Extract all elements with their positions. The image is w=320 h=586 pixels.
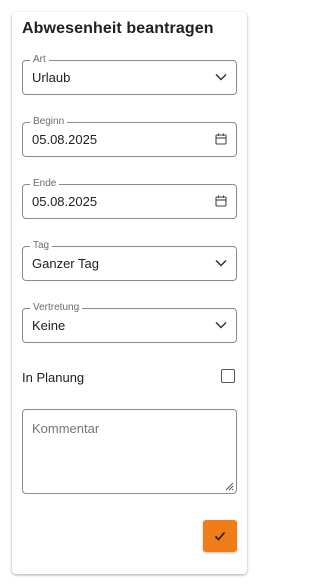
submit-button[interactable] <box>203 520 237 552</box>
form-title: Abwesenheit beantragen <box>22 20 214 37</box>
art-value: Urlaub <box>32 70 71 85</box>
art-select[interactable]: Art Urlaub <box>22 54 237 95</box>
beginn-value: 05.08.2025 <box>32 132 98 147</box>
ende-value: 05.08.2025 <box>32 194 98 209</box>
ende-date-field[interactable]: Ende 05.08.2025 <box>22 178 237 219</box>
chevron-down-icon <box>215 259 227 267</box>
in-planung-label: In Planung <box>22 370 85 385</box>
kommentar-placeholder: Kommentar <box>32 421 100 436</box>
tag-label: Tag <box>30 240 53 252</box>
calendar-icon[interactable] <box>214 194 228 208</box>
check-icon <box>214 531 226 541</box>
beginn-label: Beginn <box>30 116 68 128</box>
kommentar-textarea[interactable]: Kommentar <box>22 409 237 494</box>
chevron-down-icon <box>215 73 227 81</box>
calendar-icon[interactable] <box>214 132 228 146</box>
art-label: Art <box>30 54 49 66</box>
tag-value: Ganzer Tag <box>32 256 99 271</box>
tag-select[interactable]: Tag Ganzer Tag <box>22 240 237 281</box>
ende-label: Ende <box>30 178 60 190</box>
vertretung-select[interactable]: Vertretung Keine <box>22 302 237 343</box>
absence-request-card: Abwesenheit beantragen Art Urlaub Beginn… <box>12 12 247 574</box>
vertretung-label: Vertretung <box>30 302 83 314</box>
in-planung-checkbox[interactable] <box>221 369 235 383</box>
resize-handle-icon[interactable] <box>225 482 234 491</box>
chevron-down-icon <box>215 321 227 329</box>
beginn-date-field[interactable]: Beginn 05.08.2025 <box>22 116 237 157</box>
vertretung-value: Keine <box>32 318 66 333</box>
